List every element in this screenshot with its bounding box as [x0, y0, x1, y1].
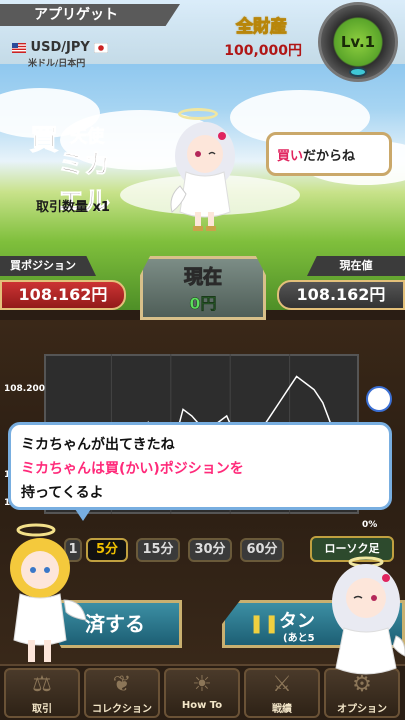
- trade-quantity: 取引数量 x1: [36, 200, 110, 215]
- angel-character: [170, 122, 235, 231]
- pair-label: USD/JPY: [30, 40, 90, 55]
- current-price-label: 現在値: [307, 256, 405, 276]
- lightbulb-icon: ☀: [192, 672, 212, 697]
- nav-trade[interactable]: ⚖ 取引: [4, 668, 80, 718]
- percent-label: 0%: [362, 520, 378, 530]
- us-flag-icon: [12, 42, 26, 53]
- tank-sublabel: (あと5: [283, 633, 315, 644]
- speech-bubble: 買いだからね: [266, 132, 392, 176]
- total-assets-label: 全財産: [236, 17, 288, 38]
- michael-angel-character: [332, 556, 405, 675]
- y-tick-label: 108.200: [4, 384, 45, 394]
- pause-icon: ❚❚: [249, 613, 280, 634]
- nav-label: コレクション: [92, 704, 152, 715]
- timeframe-30-button[interactable]: 30分: [188, 538, 232, 562]
- pair-subtitle: 米ドル/日本円: [28, 59, 86, 69]
- character-marker-icon: [366, 386, 392, 412]
- dialog-line-3: 持ってくるよ: [21, 485, 104, 501]
- nav-label: オプション: [337, 704, 387, 715]
- timeframe-15-button[interactable]: 15分: [136, 538, 180, 562]
- level-badge[interactable]: Lv.1: [318, 2, 398, 82]
- character-logo: 買 天使 ミカエル: [22, 118, 132, 218]
- logo-buy-kanji: 買: [29, 123, 59, 157]
- jp-flag-icon: [94, 42, 109, 53]
- swords-icon: ⚔: [272, 672, 292, 697]
- app-title: アプリゲット: [0, 4, 180, 26]
- current-price-value: 108.162円: [277, 280, 405, 310]
- dialog-line-2: ミカちゃんは買(かい)ポジションを: [21, 461, 244, 477]
- nav-label: 戦績: [272, 704, 292, 715]
- buy-position-label: 買ポジション: [0, 256, 96, 276]
- now-label: 現在: [183, 266, 222, 289]
- buy-position-value: 108.162円: [0, 280, 126, 310]
- now-profit-value: 0円: [189, 294, 217, 314]
- boy-angel-character: [10, 523, 87, 662]
- gem-icon: [349, 67, 367, 77]
- dialog-line-1: ミカちゃんが出てきたね: [21, 437, 175, 453]
- speech-text: だからね: [303, 149, 356, 164]
- total-assets-value: 100,000円: [224, 43, 302, 59]
- nav-label: 取引: [32, 704, 52, 715]
- timeframe-60-button[interactable]: 60分: [240, 538, 284, 562]
- level-text: Lv.1: [340, 33, 376, 51]
- nav-collection[interactable]: ❦ コレクション: [84, 668, 160, 718]
- nav-label: How To: [181, 700, 223, 711]
- wing-icon: ❦: [112, 672, 132, 697]
- speech-highlight: 買い: [277, 149, 304, 164]
- scale-icon: ⚖: [32, 672, 52, 697]
- timeframe-5-button[interactable]: 5分: [86, 538, 128, 562]
- nav-howto[interactable]: ☀ How To: [164, 668, 240, 718]
- tutorial-dialog[interactable]: ミカちゃんが出てきたね ミカちゃんは買(かい)ポジションを 持ってくるよ: [8, 422, 392, 521]
- nav-record[interactable]: ⚔ 戦績: [244, 668, 320, 718]
- currency-pair: USD/JPY: [12, 40, 109, 55]
